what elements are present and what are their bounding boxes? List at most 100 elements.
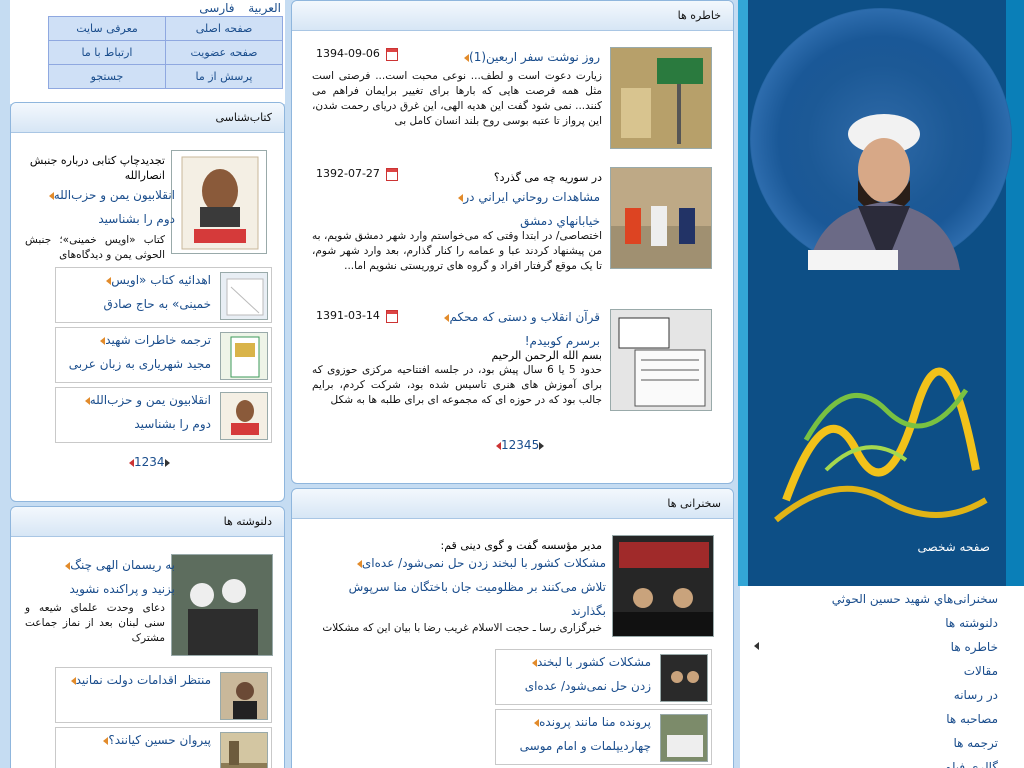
page-link[interactable]: 5 — [532, 438, 540, 452]
sidenav-item[interactable]: سخنرانی‌هاي شهيد حسين الحوثي — [832, 592, 998, 606]
speech-featured-link[interactable]: مشکلات کشور با لبخند زدن حل نمی‌شود/ عده… — [306, 551, 606, 623]
speech-item: مشکلات کشور با لبخند زدن حل نمی‌شود/ عده… — [495, 649, 712, 705]
book-item: اهدائیه کتاب «اویس خمینی» به حاج صادق — [55, 267, 272, 323]
side-nav: سخنرانی‌هاي شهيد حسين الحوثي دلنوشته ها … — [740, 586, 1024, 768]
language-bar: العربية فارسی — [10, 0, 285, 16]
speech-featured-thumb[interactable] — [612, 535, 714, 637]
memories-panel: خاطره ها 1394-09-06 روز نوشت سفر اربعین(… — [291, 0, 734, 484]
expand-caret-icon[interactable] — [754, 642, 759, 650]
memory-title-link[interactable]: قرآن انقلاب و دستی که محکم برسرم کوبیدم! — [432, 305, 600, 353]
memory-title-link[interactable]: مشاهدات روحاني ايراني در خيابانهاي دمشق — [442, 185, 600, 233]
nav-about-site[interactable]: معرفی سایت — [48, 16, 166, 41]
sidenav-item[interactable]: ترجمه ها — [953, 736, 998, 750]
diary-item-thumb[interactable] — [220, 732, 268, 768]
diary-item: پیروان حسین کیانند؟ — [55, 727, 272, 768]
pager-next-icon[interactable] — [164, 458, 170, 467]
book-featured-link[interactable]: انقلابیون یمن و حزب‌الله دوم را بشناسید — [25, 183, 175, 231]
speeches-title: سخنرانی ها — [667, 497, 721, 510]
diary-featured-thumb[interactable] — [171, 554, 273, 656]
header-banner: صفحه شخصی — [738, 0, 1024, 586]
diary-featured-text: دعای وحدت علمای شیعه و سنی لبنان بعد از … — [25, 602, 165, 644]
sidenav-item[interactable]: خاطره ها — [951, 640, 998, 654]
diary-item: منتظر اقدامات دولت نمانید — [55, 667, 272, 723]
memory-text: اختصاصی/ در ابتدا وقتی که می‌خواستم وارد… — [312, 230, 602, 272]
lang-arabic[interactable]: العربية — [248, 1, 281, 15]
diary-featured-link[interactable]: به ریسمان الهی چنگ بزنید و پراکنده نشوید — [25, 553, 175, 601]
memory-thumb[interactable] — [610, 309, 712, 411]
books-header: کتاب‌شناسی — [11, 103, 284, 133]
banner-stripe — [1006, 0, 1024, 586]
diary-title: دلنوشته ها — [223, 515, 272, 528]
speech-featured-text: خبرگزاری رسا ـ حجت الاسلام غریب رضا با ب… — [322, 622, 602, 634]
banner-caption: صفحه شخصی — [917, 540, 990, 554]
nav-home[interactable]: صفحه اصلی — [165, 16, 283, 41]
portrait-photo — [808, 114, 960, 270]
speech-item-image — [661, 715, 707, 761]
speech-item-link[interactable]: پرونده منا مانند پرونده چهاردیپلمات و ام… — [501, 710, 651, 758]
sidenav-item[interactable]: مصاحبه ها — [946, 712, 998, 726]
books-pager: 1234 — [129, 455, 170, 469]
sidenav-item[interactable]: گالری فیلم — [944, 760, 998, 768]
page-link[interactable]: 1 — [501, 438, 509, 452]
top-nav: صفحه اصلی معرفی سایت صفحه عضویت ارتباط ب… — [10, 16, 285, 104]
speeches-panel: سخنرانی ها مدیر مؤسسه گفت و گوی دینی قم:… — [291, 488, 734, 768]
nav-register[interactable]: صفحه عضویت — [165, 40, 283, 65]
sidenav-item[interactable]: دلنوشته ها — [945, 616, 998, 630]
diary-image — [172, 555, 272, 655]
diary-header: دلنوشته ها — [11, 507, 284, 537]
book-item: انقلابیون یمن و حزب‌الله دوم را بشناسید — [55, 387, 272, 443]
books-panel: کتاب‌شناسی تجدیدچاپ کتابی درباره جنبش ان… — [10, 102, 285, 502]
page-link[interactable]: 1 — [134, 455, 142, 469]
speech-image — [613, 536, 713, 636]
diary-item-link[interactable]: پیروان حسین کیانند؟ — [61, 728, 211, 752]
book-cover-thumb[interactable] — [171, 150, 267, 254]
memory-thumb[interactable] — [610, 167, 712, 269]
book-item-thumb[interactable] — [220, 392, 268, 440]
book-featured-text: کتاب «اویس خمینی»؛ جنبش الحوثی یمن و دید… — [25, 234, 165, 261]
diary-item-thumb[interactable] — [220, 672, 268, 720]
speech-item-thumb[interactable] — [660, 714, 708, 762]
calendar-icon — [386, 309, 399, 323]
book-item-link[interactable]: ترجمه خاطرات شهید مجید شهریاری به زبان ع… — [61, 328, 211, 376]
book-item-link[interactable]: اهدائیه کتاب «اویس خمینی» به حاج صادق — [61, 268, 211, 316]
memory-image — [611, 48, 711, 148]
sidenav-item[interactable]: در رسانه — [954, 688, 998, 702]
memory-date: 1394-09-06 — [316, 47, 399, 61]
speech-item-thumb[interactable] — [660, 654, 708, 702]
memory-date: 1391-03-14 — [316, 309, 399, 323]
book-image — [230, 336, 260, 378]
pager-next-icon[interactable] — [539, 441, 545, 450]
diary-item-image — [233, 682, 257, 719]
nav-search[interactable]: جستجو — [48, 64, 166, 89]
book-item-thumb[interactable] — [220, 272, 268, 320]
page-link[interactable]: 3 — [516, 438, 524, 452]
speech-item-link[interactable]: مشکلات کشور با لبخند زدن حل نمی‌شود/ عده… — [501, 650, 651, 698]
memories-header: خاطره ها — [292, 1, 733, 31]
calligraphy-logo — [774, 367, 988, 523]
book-item-link[interactable]: انقلابیون یمن و حزب‌الله دوم را بشناسید — [61, 388, 211, 436]
books-title: کتاب‌شناسی — [215, 111, 272, 124]
nav-ask[interactable]: پرسش از ما — [165, 64, 283, 89]
memory-text: زيارت دعوت است و لطف... نوعی محبت است...… — [312, 70, 602, 127]
calendar-icon — [386, 47, 399, 61]
diary-item-image — [221, 741, 267, 768]
top-nav-table: صفحه اصلی معرفی سایت صفحه عضویت ارتباط ب… — [48, 16, 283, 89]
diary-item-link[interactable]: منتظر اقدامات دولت نمانید — [61, 668, 211, 692]
nav-contact[interactable]: ارتباط با ما — [48, 40, 166, 65]
memory-title-link[interactable]: روز نوشت سفر اربعین(1) — [442, 45, 600, 69]
speech-item: پرونده منا مانند پرونده چهاردیپلمات و ام… — [495, 709, 712, 765]
speech-item-image — [661, 655, 707, 701]
memory-text: حدود 5 یا 6 سال پیش بود، در جلسه افتتاحی… — [312, 364, 603, 406]
memory-thumb[interactable] — [610, 47, 712, 149]
page-link[interactable]: 4 — [157, 455, 165, 469]
book-item-thumb[interactable] — [220, 332, 268, 380]
page-link[interactable]: 4 — [524, 438, 532, 452]
book-featured-lead: تجدیدچاپ کتابی درباره جنبش انصارالله — [29, 154, 165, 182]
memory-lead: در سوریه چه می گذرد؟ — [493, 171, 602, 184]
memories-pager: 12345 — [496, 438, 545, 452]
book-cover-image — [181, 156, 259, 250]
sidenav-item[interactable]: مقالات — [964, 664, 998, 678]
calendar-icon — [386, 167, 399, 181]
page-link[interactable]: 3 — [149, 455, 157, 469]
lang-farsi[interactable]: فارسی — [199, 1, 234, 15]
